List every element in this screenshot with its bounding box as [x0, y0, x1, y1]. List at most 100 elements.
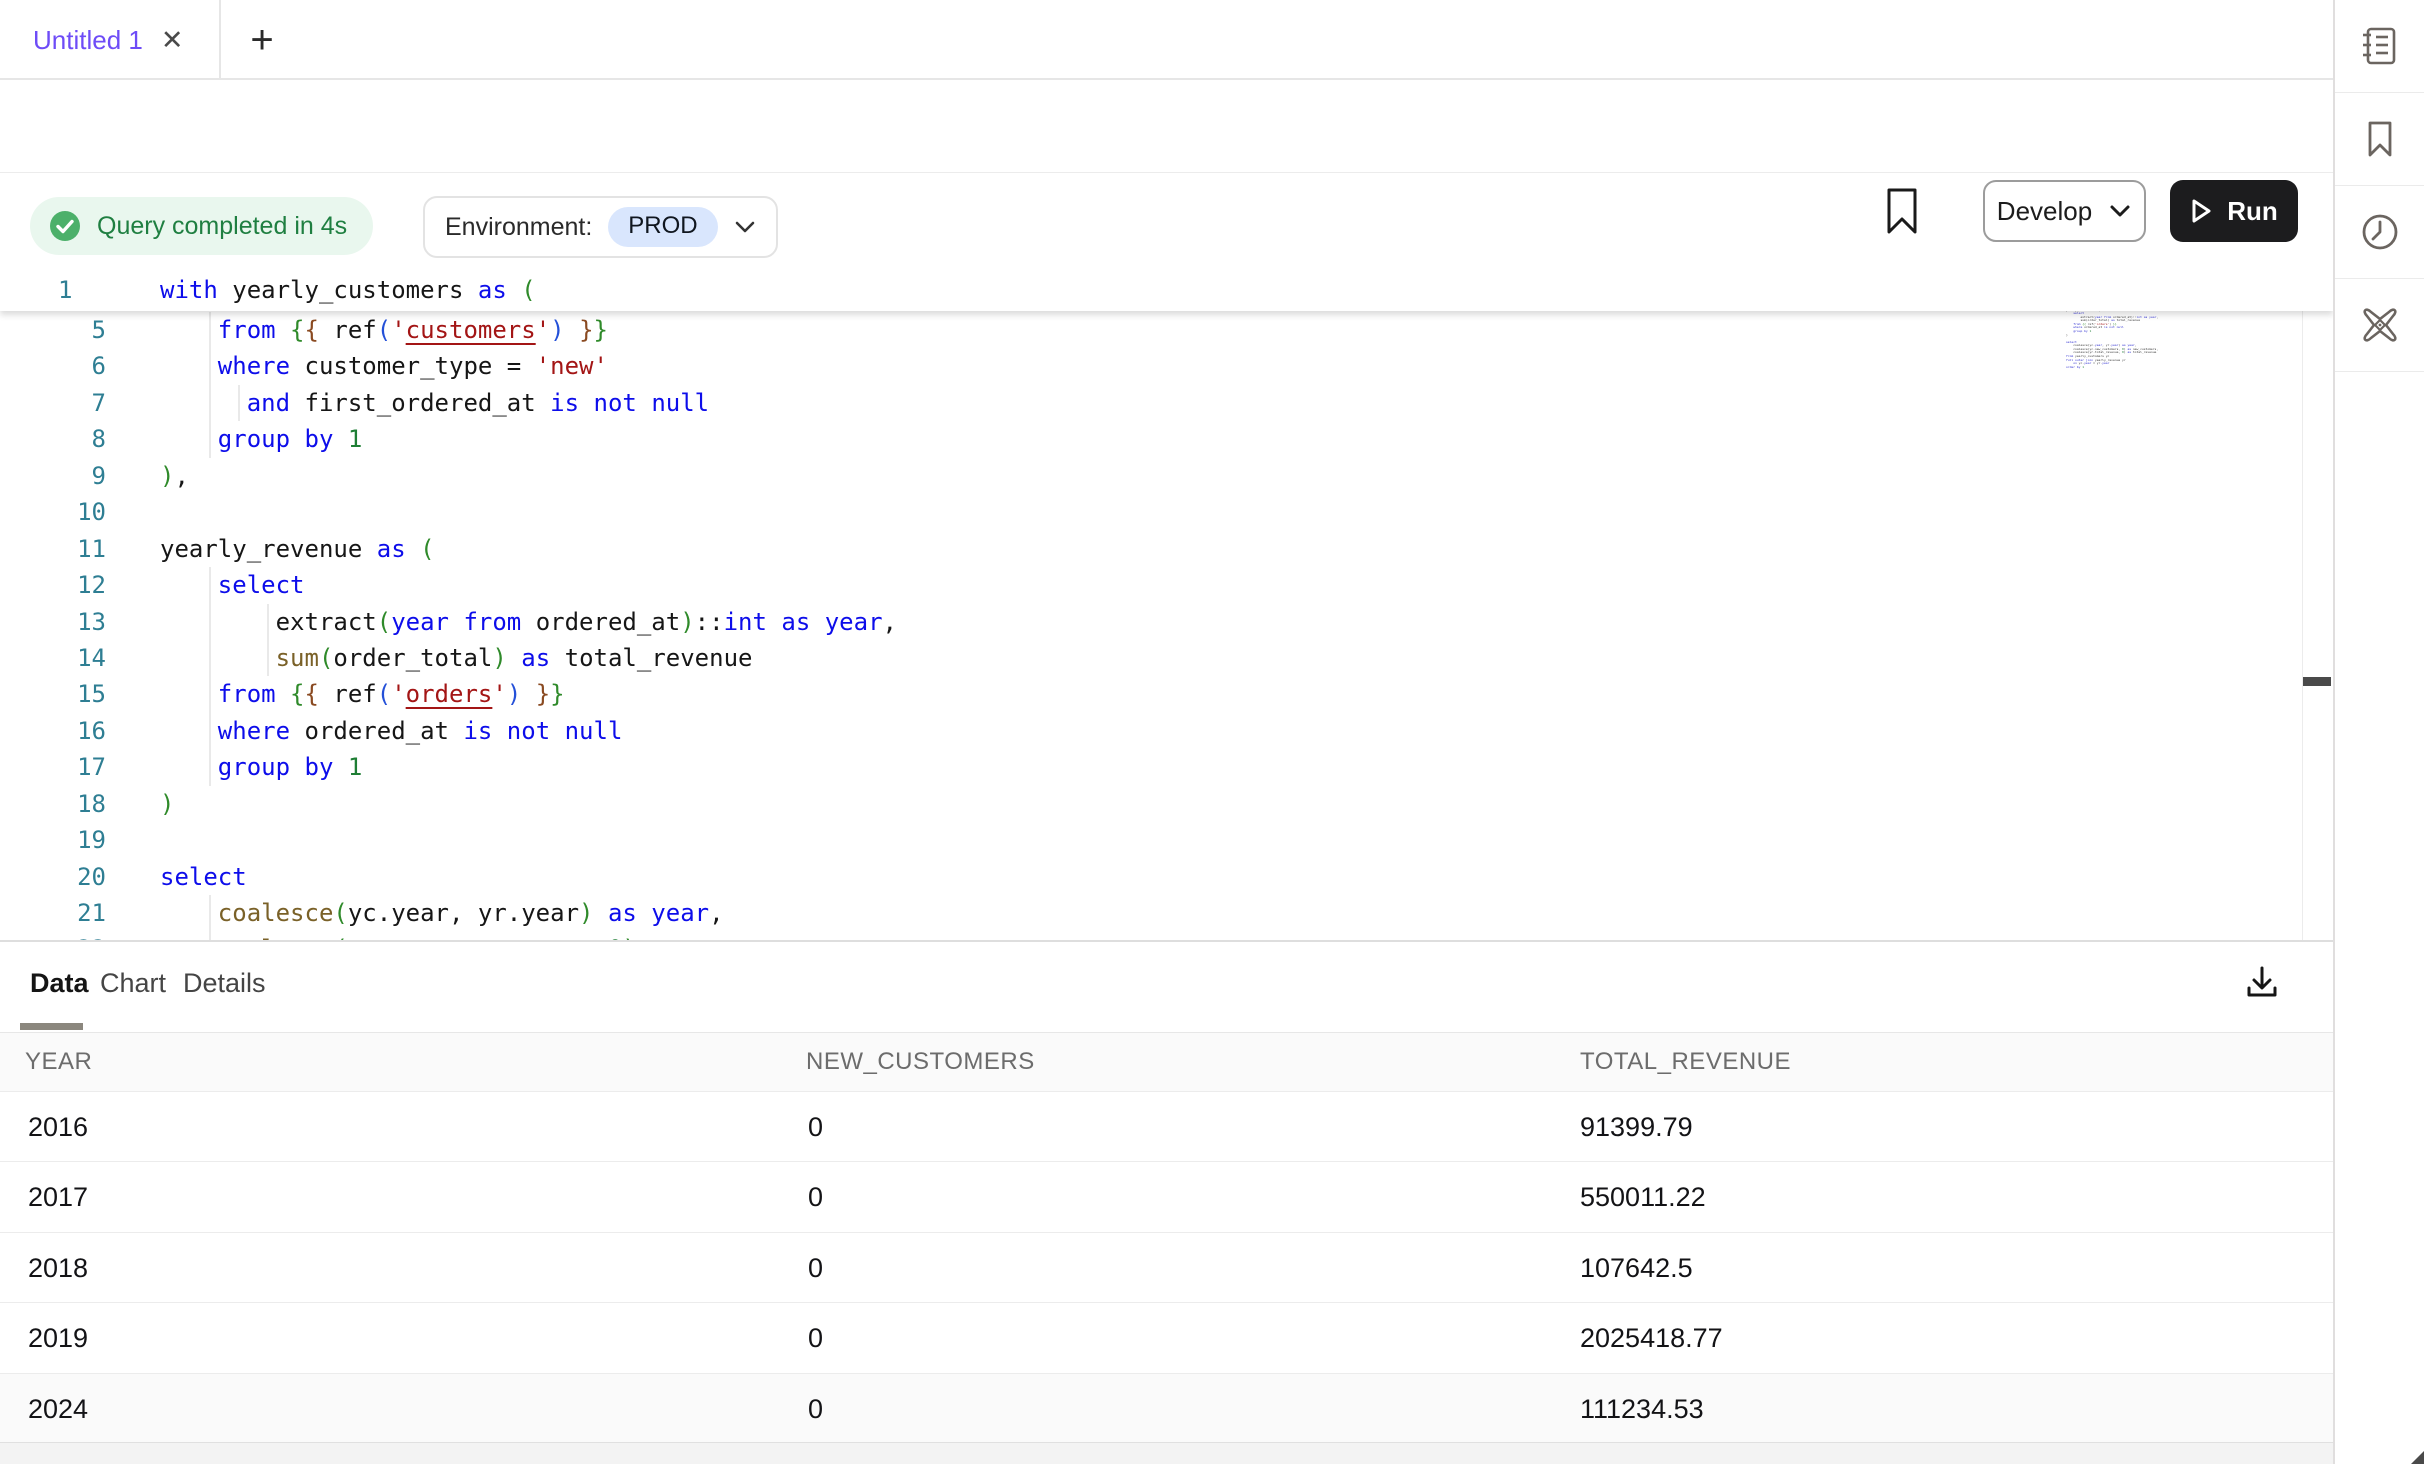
code-line[interactable]: 15 from {{ ref('orders') }}: [0, 676, 2333, 712]
environment-label: Environment:: [445, 213, 592, 242]
line-number: 18: [0, 786, 106, 822]
run-button[interactable]: Run: [2170, 180, 2298, 242]
line-number: 12: [0, 567, 106, 603]
results-panel: Data Chart Details YEAR NEW_CUSTOMERS TO…: [0, 940, 2333, 1442]
environment-selector[interactable]: Environment: PROD: [423, 196, 778, 258]
download-button[interactable]: [2242, 962, 2282, 1002]
environment-badge: PROD: [608, 207, 717, 247]
scrollbar-thumb[interactable]: [2303, 677, 2331, 686]
cell: 2018: [28, 1253, 88, 1284]
code-line[interactable]: 21 coalesce(yc.year, yr.year) as year,: [0, 895, 2333, 931]
toolbar: Develop Run: [0, 80, 2333, 173]
table-row[interactable]: 2018 0 107642.5: [0, 1233, 2333, 1303]
tab-untitled-1[interactable]: Untitled 1 ✕: [0, 0, 221, 80]
develop-button[interactable]: Develop: [1983, 180, 2146, 242]
tab-details[interactable]: Details: [183, 968, 266, 999]
code-line[interactable]: 10: [0, 494, 2333, 530]
indent-guide: [209, 348, 211, 384]
line-number: 14: [0, 640, 106, 676]
plus-icon: +: [250, 18, 273, 63]
code-line[interactable]: 16 where ordered_at is not null: [0, 713, 2333, 749]
indent-guide: [209, 421, 211, 457]
code-line[interactable]: 17 group by 1: [0, 749, 2333, 785]
line-number: 9: [0, 458, 106, 494]
query-status-badge: Query completed in 4s: [30, 197, 373, 255]
line-number: 20: [0, 859, 106, 895]
indent-guide: [267, 604, 269, 640]
code-line[interactable]: 5 from {{ ref('customers') }}: [0, 312, 2333, 348]
cell: 0: [808, 1112, 823, 1143]
column-header-new-customers[interactable]: NEW_CUSTOMERS: [806, 1048, 1035, 1076]
sidebar-button-bookmarks[interactable]: [2335, 93, 2424, 186]
cell: 111234.53: [1580, 1394, 1704, 1425]
tab-chart[interactable]: Chart: [100, 968, 166, 999]
code-line[interactable]: 20select: [0, 859, 2333, 895]
chevron-down-icon: [2108, 203, 2132, 219]
code-line[interactable]: 7 and first_ordered_at is not null: [0, 385, 2333, 421]
line-number: 6: [0, 348, 106, 384]
table-row[interactable]: 20170550011.22: [0, 1162, 2333, 1232]
minimap[interactable]: with yearly_customers as ( select extrac…: [2066, 273, 2296, 913]
active-tab-underline: [20, 1023, 83, 1030]
compass-star-icon: [2357, 302, 2403, 348]
sidebar-button-notebook[interactable]: [2335, 0, 2424, 93]
line-number: 1: [58, 272, 72, 308]
code-line[interactable]: 9),: [0, 458, 2333, 494]
clock-icon: [2358, 210, 2402, 254]
editor-scroll-area[interactable]: 5 from {{ ref('customers') }}6 where cus…: [0, 312, 2333, 940]
bookmark-icon: [2358, 117, 2402, 161]
table-header-row: YEAR NEW_CUSTOMERS TOTAL_REVENUE: [0, 1032, 2333, 1092]
code-line[interactable]: 18): [0, 786, 2333, 822]
code-editor[interactable]: 5 from {{ ref('customers') }}6 where cus…: [0, 272, 2333, 940]
indent-guide: [209, 604, 211, 640]
results-table-body: 2016 0 91399.79 20170550011.22 2018 0 107642.5…: [0, 1092, 2333, 1444]
code-line[interactable]: 14 sum(order_total) as total_revenue: [0, 640, 2333, 676]
line-number: 17: [0, 749, 106, 785]
tab-data[interactable]: Data: [30, 968, 89, 999]
chevron-down-icon: [734, 220, 756, 234]
new-tab-button[interactable]: +: [238, 16, 286, 64]
line-number: 7: [0, 385, 106, 421]
cell: 107642.5: [1580, 1253, 1693, 1284]
code-line[interactable]: 12 select: [0, 567, 2333, 603]
cell: 91399.79: [1580, 1112, 1693, 1143]
table-row[interactable]: 2016 0 91399.79: [0, 1092, 2333, 1162]
code-line[interactable]: 22 coalesce(yc.new_customers, 0) as new_…: [0, 931, 2333, 940]
cell: 2016: [28, 1112, 88, 1143]
cell: 0: [808, 1182, 823, 1213]
develop-label: Develop: [1997, 196, 2092, 227]
resize-handle[interactable]: [2411, 1451, 2424, 1464]
line-number: 10: [0, 494, 106, 530]
line-number: 5: [0, 312, 106, 348]
indent-guide: [209, 312, 211, 348]
line-number: 22: [0, 931, 106, 940]
sidebar-empty-area: [2335, 372, 2424, 1464]
indent-guide: [209, 676, 211, 712]
column-header-year[interactable]: YEAR: [25, 1048, 92, 1076]
bookmark-button[interactable]: [1884, 186, 1920, 236]
table-row[interactable]: 201902025418.77: [0, 1303, 2333, 1373]
close-icon[interactable]: ✕: [161, 27, 184, 54]
column-header-total-revenue[interactable]: TOTAL_REVENUE: [1580, 1048, 1791, 1076]
editor-scrollbar-track[interactable]: [2302, 272, 2333, 940]
horizontal-scrollbar-area[interactable]: [0, 1442, 2333, 1464]
indent-guide: [209, 749, 211, 785]
sticky-line[interactable]: 1with yearly_customers as (: [0, 272, 2333, 311]
code-line[interactable]: 6 where customer_type = 'new': [0, 348, 2333, 384]
sidebar-button-history[interactable]: [2335, 186, 2424, 279]
notebook-icon: [2358, 24, 2402, 68]
code-line[interactable]: 11yearly_revenue as (: [0, 531, 2333, 567]
code-line[interactable]: 8 group by 1: [0, 421, 2333, 457]
code-line[interactable]: 19: [0, 822, 2333, 858]
cell: 2025418.77: [1580, 1323, 1723, 1354]
tab-label: Untitled 1: [33, 25, 143, 56]
indent-guide: [209, 385, 211, 421]
table-row[interactable]: 20240111234.53: [0, 1374, 2333, 1444]
check-circle-icon: [48, 209, 82, 243]
line-number: 11: [0, 531, 106, 567]
cell: 2024: [28, 1394, 88, 1425]
code-line[interactable]: 13 extract(year from ordered_at)::int as…: [0, 604, 2333, 640]
cell: 0: [808, 1253, 823, 1284]
cell: 0: [808, 1323, 823, 1354]
sidebar-button-explore[interactable]: [2335, 279, 2424, 372]
